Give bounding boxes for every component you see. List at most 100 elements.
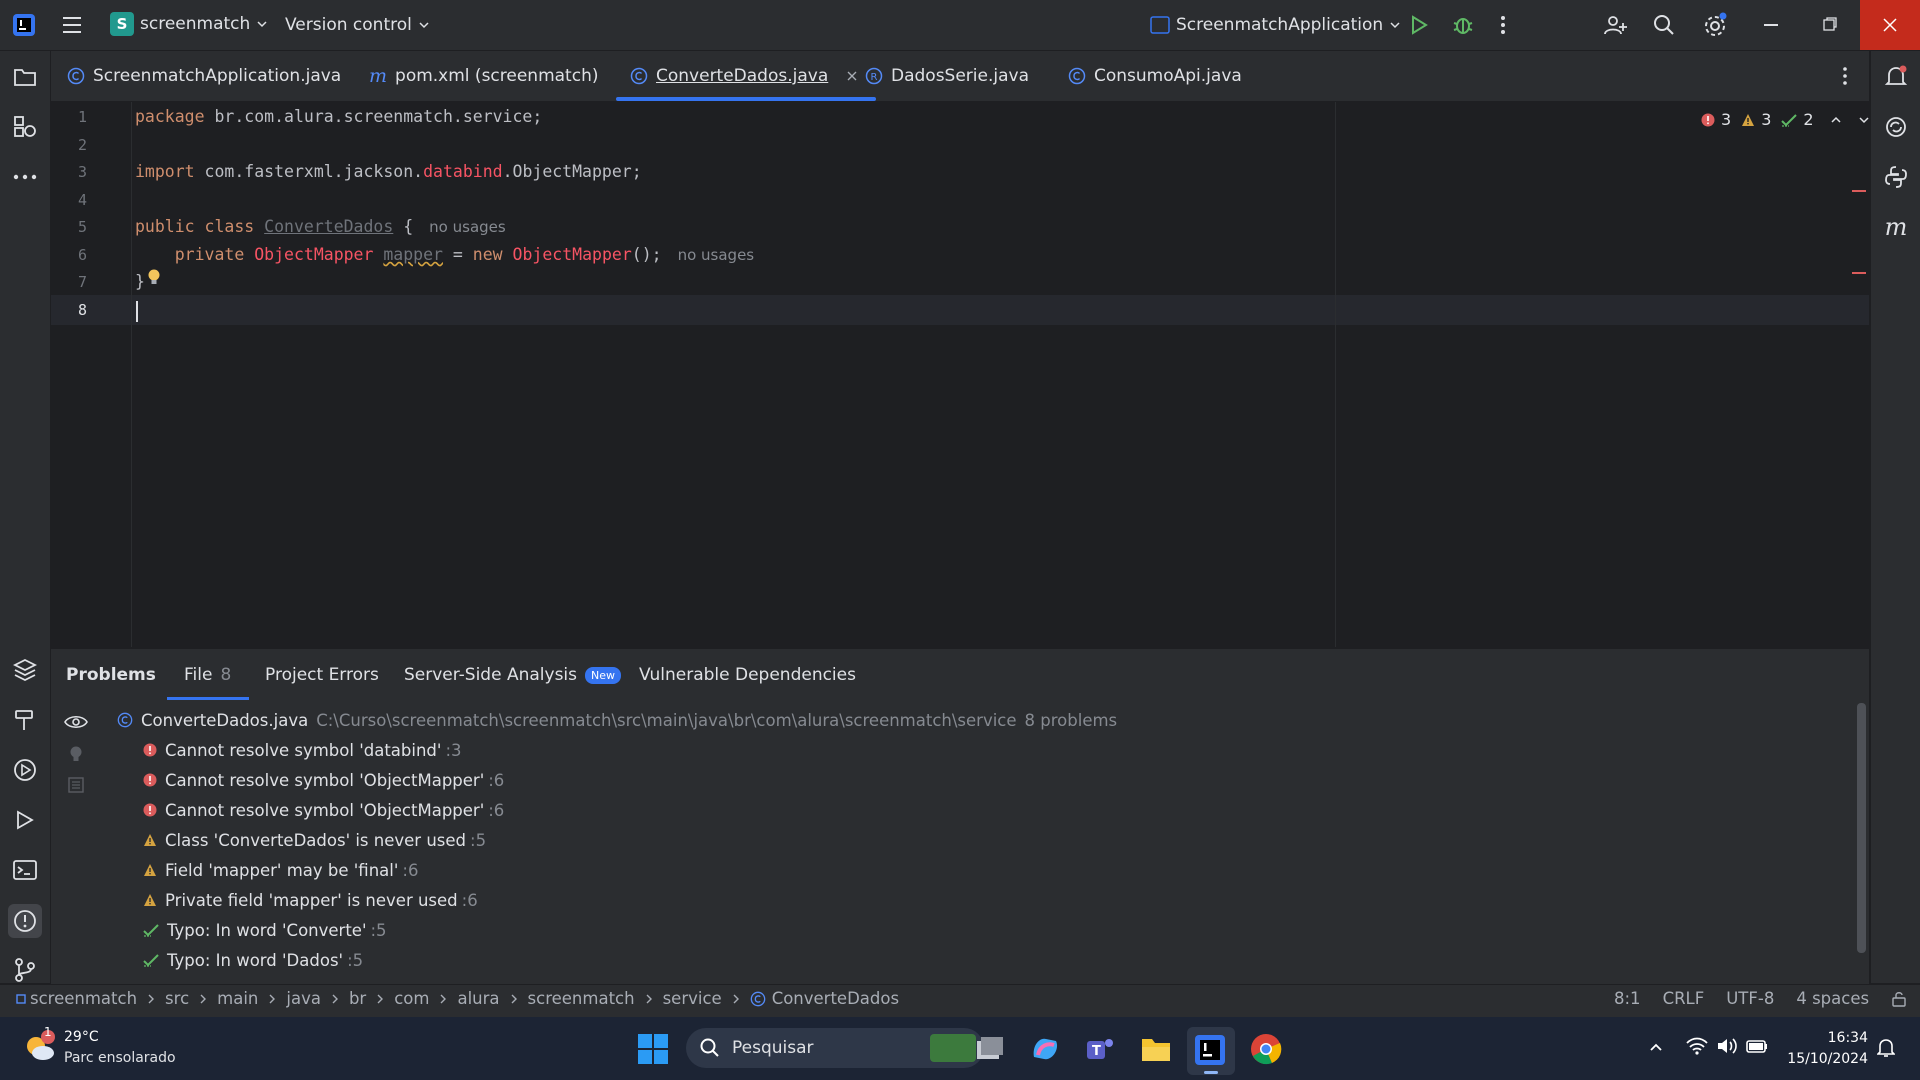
problem-item[interactable]: Cannot resolve symbol 'ObjectMapper':6 [143, 796, 504, 824]
breadcrumb-item[interactable]: ConverteDados [772, 989, 899, 1008]
line-separator[interactable]: CRLF [1663, 989, 1705, 1008]
file-encoding[interactable]: UTF-8 [1726, 989, 1774, 1008]
warning-icon [143, 833, 157, 847]
problem-item[interactable]: Cannot resolve symbol 'databind':3 [143, 736, 462, 764]
more-actions-icon[interactable] [1500, 14, 1506, 36]
problem-text: Class 'ConverteDados' is never used [165, 830, 467, 850]
tab-pom-xml[interactable]: m pom.xml (screenmatch) [369, 51, 598, 101]
tab-consumo-api[interactable]: ConsumoApi.java [1068, 51, 1242, 101]
breadcrumb-item[interactable]: com [394, 989, 429, 1008]
tab-converte-dados[interactable]: ConverteDados.java [615, 51, 877, 101]
services-layers-icon[interactable] [12, 657, 38, 683]
usage-hint[interactable]: no usages [678, 246, 755, 264]
volume-icon[interactable] [1716, 1037, 1738, 1055]
battery-icon[interactable] [1746, 1037, 1768, 1055]
intellij-logo-icon[interactable] [12, 13, 36, 37]
breadcrumb-item[interactable]: main [217, 989, 258, 1008]
problem-item[interactable]: Typo: In word 'Converte':5 [143, 916, 387, 944]
tab-file[interactable]: File 8 [184, 649, 231, 701]
settings-gear-icon[interactable] [1702, 12, 1728, 38]
lightbulb-icon[interactable] [147, 268, 161, 286]
chevron-up-icon[interactable] [1830, 114, 1842, 126]
chevron-down-icon[interactable] [1858, 114, 1870, 126]
breadcrumb-item[interactable]: screenmatch [30, 989, 137, 1008]
eye-icon[interactable] [64, 713, 88, 731]
caret-position[interactable]: 8:1 [1614, 989, 1641, 1008]
windows-start-icon[interactable] [638, 1034, 668, 1064]
tab-options-icon[interactable] [1842, 66, 1848, 86]
project-folder-icon[interactable] [12, 64, 38, 90]
run-config-selector[interactable]: ScreenmatchApplication [1150, 15, 1401, 35]
close-button[interactable] [1860, 0, 1920, 50]
restore-button[interactable] [1823, 17, 1837, 31]
notifications-bell-icon[interactable] [1883, 64, 1909, 90]
field-name: mapper [383, 245, 443, 264]
clock-time[interactable]: 16:34 [1788, 1030, 1868, 1046]
weather-temp[interactable]: 29°C [64, 1029, 99, 1045]
file-explorer-icon[interactable] [1140, 1035, 1172, 1063]
error-stripe-marker[interactable] [1852, 272, 1866, 274]
breadcrumb-item[interactable]: java [286, 989, 321, 1008]
problem-item[interactable]: Typo: In word 'Dados':5 [143, 946, 363, 974]
usage-hint[interactable]: no usages [429, 218, 506, 236]
read-only-lock-icon[interactable] [1891, 991, 1907, 1007]
breadcrumb-item[interactable]: br [349, 989, 366, 1008]
breadcrumb-item[interactable]: alura [457, 989, 499, 1008]
error-stripe-marker[interactable] [1852, 190, 1866, 192]
teams-icon[interactable]: T [1085, 1035, 1115, 1063]
structure-icon[interactable] [12, 114, 38, 140]
copilot-icon[interactable] [1030, 1035, 1060, 1063]
code-text: = [442, 245, 473, 264]
search-icon[interactable] [1653, 14, 1675, 36]
lightbulb-icon[interactable] [69, 745, 83, 763]
run-icon[interactable] [12, 807, 38, 833]
build-hammer-icon[interactable] [12, 707, 38, 733]
close-tab-icon[interactable] [846, 70, 858, 82]
intellij-taskbar-button[interactable] [1187, 1027, 1235, 1075]
vcs-menu[interactable]: Version control [285, 15, 430, 35]
main-menu-icon[interactable] [61, 14, 83, 36]
project-selector[interactable]: S screenmatch [110, 12, 268, 36]
tab-dados-serie[interactable]: R DadosSerie.java [865, 51, 1029, 101]
preview-icon[interactable] [68, 777, 84, 793]
tab-screenmatch-application[interactable]: ScreenmatchApplication.java [67, 51, 341, 101]
git-branch-icon[interactable] [12, 957, 38, 983]
code-with-me-icon[interactable] [1603, 13, 1627, 37]
terminal-icon[interactable] [12, 857, 38, 883]
python-console-icon[interactable] [1883, 164, 1909, 190]
notification-bell-icon[interactable] [1877, 1038, 1895, 1058]
class-icon [750, 991, 766, 1007]
breadcrumb-item[interactable]: service [663, 989, 722, 1008]
tab-server-side-analysis[interactable]: Server-Side Analysis New [404, 649, 622, 701]
inspection-widget[interactable]: 3 3 2 [1701, 110, 1870, 129]
problem-item[interactable]: Cannot resolve symbol 'ObjectMapper':6 [143, 766, 504, 794]
run-icon[interactable] [1409, 14, 1429, 36]
ai-assistant-icon[interactable] [1883, 114, 1909, 140]
chrome-icon[interactable] [1250, 1033, 1282, 1065]
problem-file-node[interactable]: ConverteDados.java C:\Curso\screenmatch\… [117, 706, 1117, 734]
breadcrumb-item[interactable]: screenmatch [528, 989, 635, 1008]
indent-setting[interactable]: 4 spaces [1796, 989, 1869, 1008]
maven-icon[interactable]: m [1883, 213, 1909, 241]
tray-overflow-chevron-icon[interactable] [1649, 1041, 1663, 1053]
wifi-icon[interactable] [1686, 1037, 1708, 1055]
problem-item[interactable]: Field 'mapper' may be 'final':6 [143, 856, 418, 884]
file-name: ConverteDados.java [141, 710, 309, 730]
taskbar-search-box[interactable]: Pesquisar [686, 1028, 984, 1068]
scrollbar[interactable] [1857, 703, 1866, 953]
breadcrumb-item[interactable]: src [165, 989, 189, 1008]
problem-item[interactable]: Private field 'mapper' is never used:6 [143, 886, 478, 914]
weather-desc[interactable]: Parc ensolarado [64, 1050, 176, 1066]
code-editor[interactable]: 1 2 3 4 5 6 7 8 package br.com.alura.scr… [51, 102, 1869, 647]
tab-vulnerable-dependencies[interactable]: Vulnerable Dependencies [639, 649, 856, 701]
tab-project-errors[interactable]: Project Errors [265, 649, 379, 701]
run-services-icon[interactable] [12, 757, 38, 783]
minimize-button[interactable] [1764, 24, 1778, 26]
problems-icon[interactable] [8, 904, 42, 938]
more-tools-icon[interactable] [12, 164, 38, 190]
debug-icon[interactable] [1452, 14, 1474, 36]
task-view-icon[interactable] [975, 1035, 1005, 1063]
clock-date[interactable]: 15/10/2024 [1778, 1051, 1868, 1067]
class-icon [67, 67, 85, 85]
problem-item[interactable]: Class 'ConverteDados' is never used:5 [143, 826, 486, 854]
